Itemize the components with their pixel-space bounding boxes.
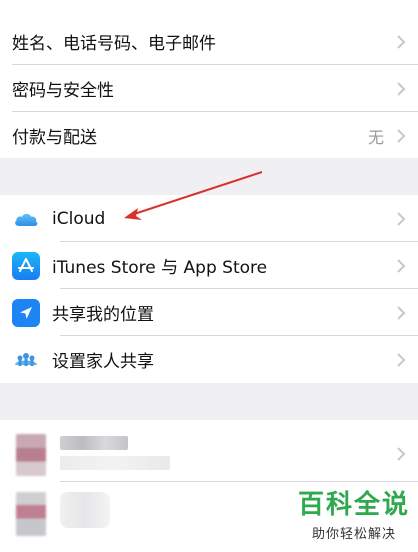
services-group: iCloud iTunes Store 与 App Store 共享我的位置 设… [0,195,418,383]
chevron-right-icon [397,352,406,367]
blurred-device-detail [60,456,170,470]
share-location-row[interactable]: 共享我的位置 [0,289,418,336]
row-label: 设置家人共享 [52,352,154,372]
blurred-device-name [60,492,110,528]
chevron-right-icon [397,258,406,273]
watermark: 百科全说 助你轻松解决 [298,484,410,542]
blurred-device-thumbnail [16,492,46,536]
icloud-icon [12,204,40,233]
blurred-device-name [60,436,128,450]
account-settings-group: 姓名、电话号码、电子邮件 密码与安全性 付款与配送 无 [0,0,418,158]
payment-value: 无 [367,127,384,147]
payment-shipping-row[interactable]: 付款与配送 无 [0,112,418,159]
row-label: iTunes Store 与 App Store [52,258,268,278]
app-store-icon [12,251,40,280]
family-sharing-icon [12,345,40,374]
chevron-right-icon [397,305,406,320]
family-sharing-row[interactable]: 设置家人共享 [0,336,418,383]
device-row[interactable] [0,426,418,482]
row-label: 付款与配送 [12,128,97,148]
icloud-row[interactable]: iCloud [0,195,418,242]
chevron-right-icon [397,211,406,226]
watermark-title: 百科全说 [297,490,410,520]
itunes-app-store-row[interactable]: iTunes Store 与 App Store [0,242,418,289]
watermark-subtitle: 助你轻松解决 [311,527,396,542]
row-label: iCloud [52,208,106,229]
chevron-right-icon [397,81,406,96]
name-phone-email-row[interactable]: 姓名、电话号码、电子邮件 [0,18,418,65]
chevron-right-icon [397,34,406,49]
row-label: 共享我的位置 [52,305,154,325]
row-label: 密码与安全性 [12,81,114,101]
blurred-device-thumbnail [16,434,46,476]
chevron-right-icon [397,447,406,461]
password-security-row[interactable]: 密码与安全性 [0,65,418,112]
chevron-right-icon [397,128,406,143]
row-label: 姓名、电话号码、电子邮件 [12,34,216,54]
location-arrow-icon [12,298,40,327]
